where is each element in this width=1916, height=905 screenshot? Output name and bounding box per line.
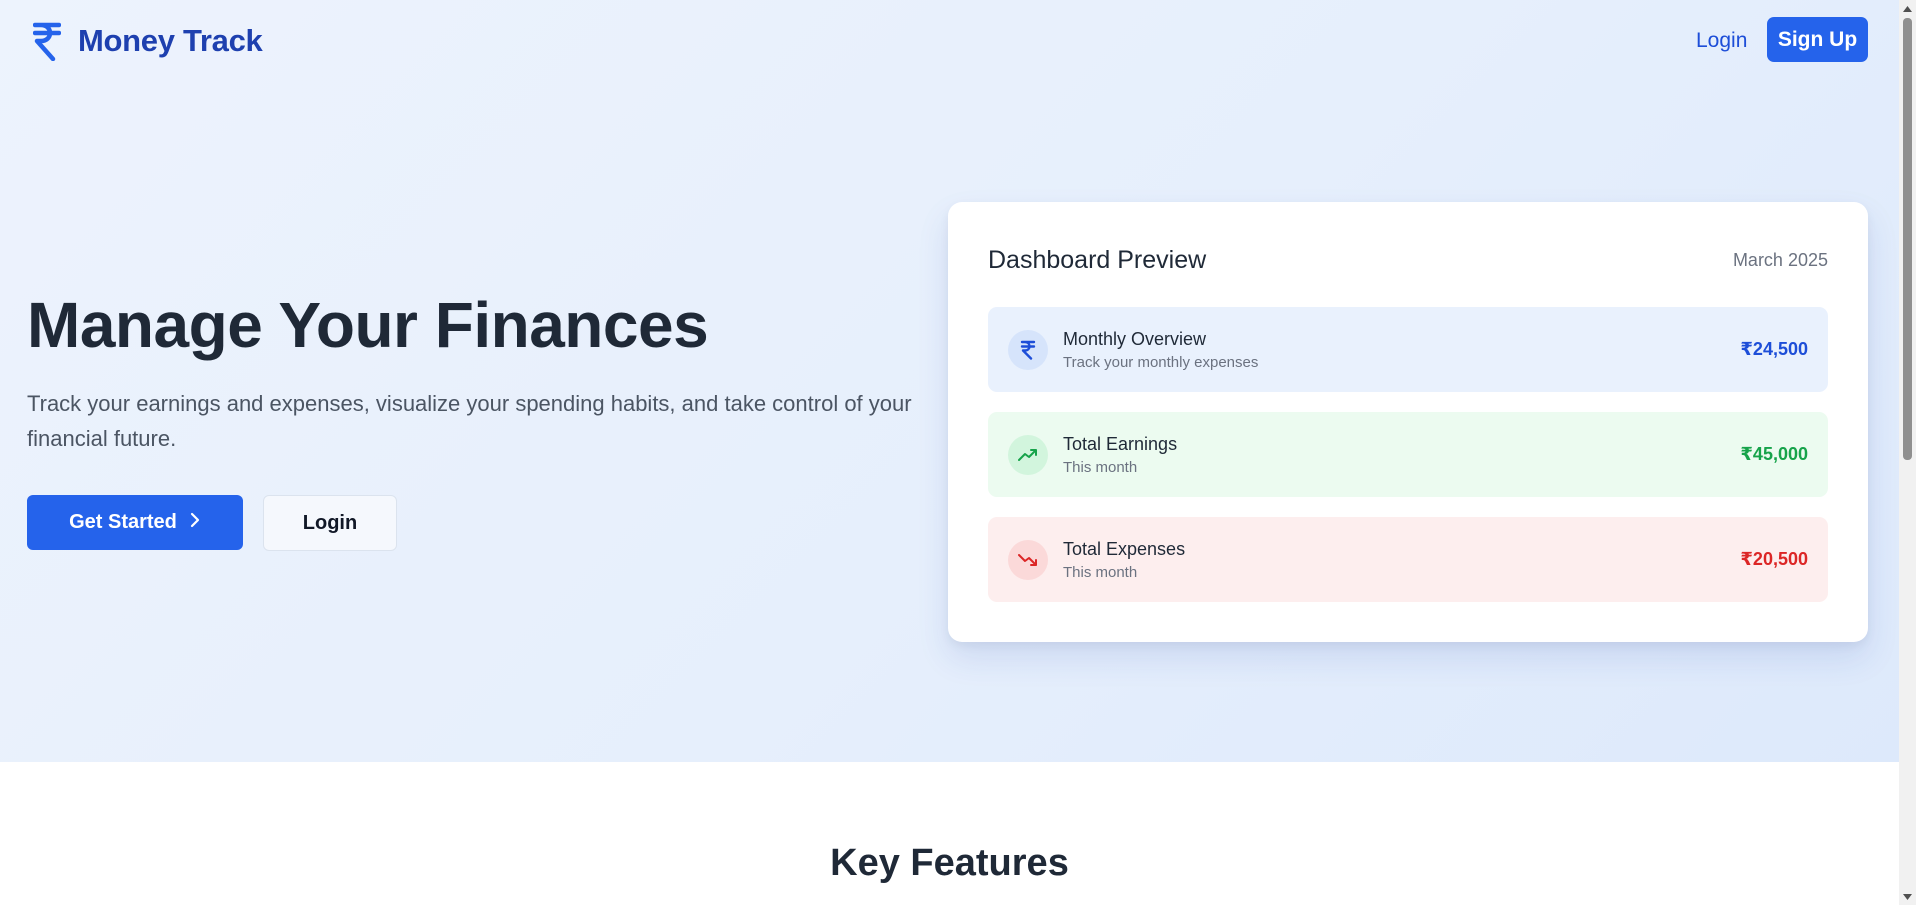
dashboard-date: March 2025 [1732,250,1828,270]
dashboard-preview-card: Dashboard Preview March 2025 Monthly Ove… [948,202,1868,642]
get-started-button[interactable]: Get Started [27,495,243,550]
row-subtitle: This month [1063,459,1138,476]
row-title: Monthly Overview [1063,329,1207,349]
hero-description: Track your earnings and expenses, visual… [27,391,912,451]
brand-logo[interactable]: Money Track [30,18,263,64]
row-amount: ₹24,500 [1740,339,1808,359]
trending-down-icon [1008,540,1048,580]
scrollbar[interactable] [1899,0,1916,905]
row-title: Total Expenses [1063,539,1186,559]
rupee-icon [1008,330,1048,370]
monthly-overview-row: Monthly Overview Track your monthly expe… [988,307,1828,392]
get-started-label: Get Started [69,511,177,533]
total-earnings-row: Total Earnings This month ₹45,000 [988,412,1828,497]
total-expenses-row: Total Expenses This month ₹20,500 [988,517,1828,602]
row-title: Total Earnings [1063,434,1178,454]
key-features-heading: Key Features [830,842,1069,884]
hero-login-button[interactable]: Login [263,495,397,551]
row-amount: ₹45,000 [1740,444,1808,464]
signup-button[interactable]: Sign Up [1767,17,1868,62]
nav-login-link[interactable]: Login [1690,24,1753,58]
row-subtitle: This month [1063,564,1138,581]
chevron-right-icon [189,511,201,535]
row-amount: ₹20,500 [1740,549,1808,569]
hero-title: Manage Your Finances [27,289,709,361]
scroll-down-arrow-icon[interactable] [1899,888,1916,905]
brand-name: Money Track [78,23,263,58]
rupee-logo-icon [30,18,64,64]
row-subtitle: Track your monthly expenses [1063,354,1259,371]
dashboard-title: Dashboard Preview [988,246,1207,274]
trending-up-icon [1008,435,1048,475]
hero-section: Money Track Login Sign Up Manage Your Fi… [0,0,1899,762]
scroll-up-arrow-icon[interactable] [1899,0,1916,17]
scrollbar-thumb[interactable] [1903,18,1912,460]
